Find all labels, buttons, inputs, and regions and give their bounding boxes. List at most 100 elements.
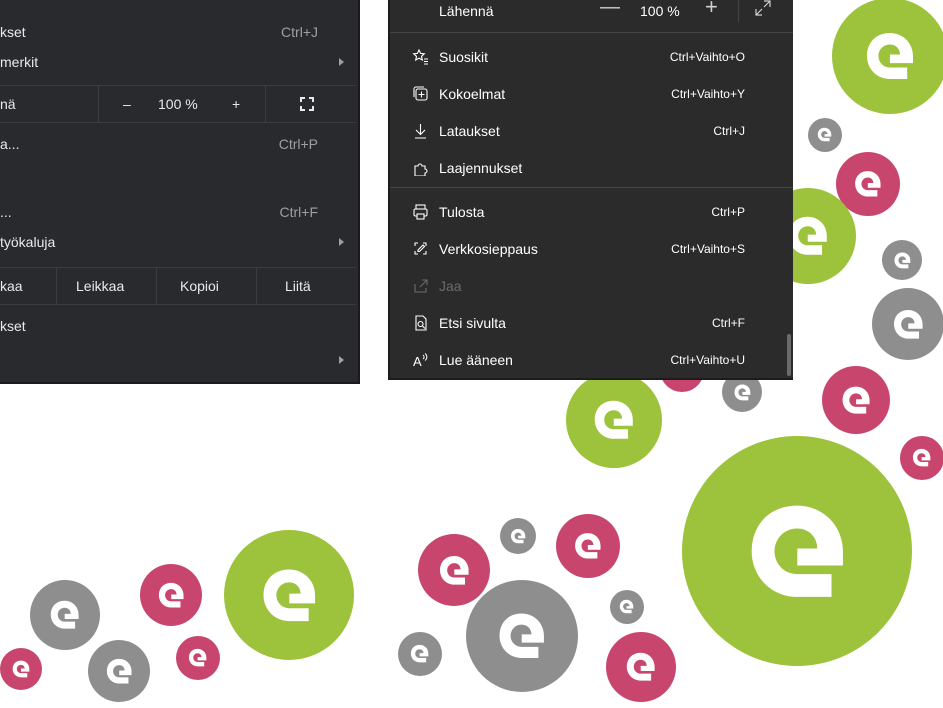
- fullscreen-icon[interactable]: [754, 0, 772, 17]
- copy-button[interactable]: Kopioi: [180, 268, 219, 304]
- find-icon: [415, 315, 427, 331]
- logo-mark-icon: [842, 386, 870, 414]
- chrome-browser-menu: kset Ctrl+J merkit nä – 100 % + a... Ctr…: [0, 0, 360, 384]
- collections-icon: [413, 86, 428, 101]
- zoom-divider: [98, 86, 99, 122]
- logo-bubble: [30, 580, 100, 650]
- menu-item-label: kset: [0, 318, 26, 334]
- read-aloud-icon: A: [413, 353, 428, 368]
- logo-bubble: [176, 636, 220, 680]
- menu-item-shortcut: Ctrl+Vaihto+O: [669, 49, 745, 64]
- favorites-icon: [412, 48, 428, 65]
- menu-item-print[interactable]: Tulosta Ctrl+P: [390, 193, 793, 230]
- logo-mark-icon: [866, 32, 914, 80]
- logo-bubble: [140, 564, 202, 626]
- logo-bubble: [682, 436, 912, 666]
- logo-bubble: [398, 632, 442, 676]
- zoom-out-button[interactable]: –: [123, 96, 131, 112]
- menu-item-bookmarks[interactable]: merkit: [0, 44, 356, 80]
- logo-mark-icon: [894, 252, 910, 268]
- menu-item-label: Lähennä: [439, 2, 494, 19]
- logo-mark-icon: [510, 528, 526, 544]
- menu-item-shortcut: Ctrl+P: [711, 204, 745, 219]
- logo-bubble: [822, 366, 890, 434]
- paste-button[interactable]: Liitä: [285, 268, 311, 304]
- fullscreen-icon[interactable]: [300, 97, 314, 111]
- logo-mark-icon: [12, 660, 30, 678]
- edit-divider: [56, 268, 57, 304]
- menu-divider: [0, 304, 356, 305]
- chevron-right-icon: [339, 356, 344, 364]
- zoom-in-button[interactable]: +: [232, 96, 240, 112]
- menu-item-downloads[interactable]: Lataukset Ctrl+J: [390, 112, 793, 149]
- logo-bubble: [224, 530, 354, 660]
- logo-bubble: [606, 632, 676, 702]
- logo-mark-icon: [158, 582, 184, 608]
- logo-mark-icon: [627, 653, 655, 681]
- logo-bubble: [872, 288, 943, 360]
- menu-item-label: kset: [0, 24, 26, 40]
- menu-item-web-capture[interactable]: Verkkosieppaus Ctrl+Vaihto+S: [390, 230, 793, 267]
- menu-item-extensions[interactable]: Laajennukset: [390, 149, 793, 186]
- logo-mark-icon: [734, 384, 750, 400]
- logo-bubble: [832, 0, 943, 114]
- menu-item-read-aloud[interactable]: A Lue ääneen Ctrl+Vaihto+U: [390, 341, 793, 378]
- menu-item-submenu[interactable]: [0, 342, 356, 378]
- zoom-divider: [265, 86, 266, 122]
- logo-bubble: [556, 514, 620, 578]
- logo-mark-icon: [751, 505, 843, 597]
- menu-divider: [390, 32, 793, 33]
- downloads-icon: [415, 124, 426, 139]
- cut-button[interactable]: Leikkaa: [76, 268, 124, 304]
- menu-item-label: Jaa: [439, 277, 462, 294]
- chevron-right-icon: [339, 238, 344, 246]
- menu-item-label: nä: [0, 96, 16, 112]
- menu-divider: [390, 187, 793, 188]
- logo-bubble: [0, 648, 42, 690]
- menu-edit-row: kaa Leikkaa Kopioi Liitä: [0, 268, 356, 304]
- logo-mark-icon: [263, 569, 315, 621]
- zoom-divider: [738, 0, 739, 22]
- menu-item-label: a...: [0, 136, 20, 152]
- menu-item-shortcut: Ctrl+F: [712, 315, 745, 330]
- logo-bubble: [610, 590, 644, 624]
- logo-bubble: [466, 580, 578, 692]
- logo-mark-icon: [106, 658, 132, 684]
- print-icon: [413, 204, 428, 220]
- menu-scrollbar[interactable]: [787, 334, 791, 376]
- menu-item-label: Verkkosieppaus: [439, 240, 538, 257]
- menu-item-label: Lataukset: [439, 122, 500, 139]
- logo-mark-icon: [189, 649, 207, 667]
- menu-item-favorites[interactable]: Suosikit Ctrl+Vaihto+O: [390, 38, 793, 75]
- menu-item-collections[interactable]: Kokoelmat Ctrl+Vaihto+Y: [390, 75, 793, 112]
- zoom-out-button[interactable]: —: [600, 0, 620, 19]
- menu-item-shortcut: Ctrl+J: [281, 24, 318, 40]
- menu-item-label: Etsi sivulta: [439, 314, 506, 331]
- logo-bubble: [882, 240, 922, 280]
- menu-item-label: Laajennukset: [439, 159, 523, 176]
- logo-mark-icon: [594, 400, 634, 440]
- menu-item-label: Tulosta: [439, 203, 485, 220]
- zoom-level: 100 %: [158, 96, 198, 112]
- zoom-in-button[interactable]: +: [705, 0, 718, 20]
- menu-item-shortcut: Ctrl+Vaihto+Y: [671, 86, 745, 101]
- menu-item-print[interactable]: a... Ctrl+P: [0, 126, 356, 162]
- menu-item-share: Jaa: [390, 267, 793, 304]
- zoom-level: 100 %: [640, 2, 680, 19]
- logo-mark-icon: [499, 613, 545, 659]
- menu-item-find[interactable]: Etsi sivulta Ctrl+F: [390, 304, 793, 341]
- menu-item-zoom: nä – 100 % +: [0, 86, 356, 122]
- menu-item-label: Suosikit: [439, 48, 489, 65]
- edit-divider: [256, 268, 257, 304]
- menu-item-label: merkit: [0, 54, 39, 70]
- menu-item-shortcut: Ctrl+F: [279, 204, 319, 220]
- chevron-right-icon: [339, 58, 344, 66]
- logo-mark-icon: [575, 533, 601, 559]
- logo-bubble: [500, 518, 536, 554]
- logo-mark-icon: [818, 128, 832, 142]
- menu-item-more-tools[interactable]: työkaluja: [0, 224, 356, 260]
- menu-edit-label: kaa: [0, 278, 23, 294]
- menu-divider: [0, 122, 356, 123]
- menu-item-settings[interactable]: kset: [0, 308, 356, 344]
- menu-item-label: ...: [0, 204, 12, 220]
